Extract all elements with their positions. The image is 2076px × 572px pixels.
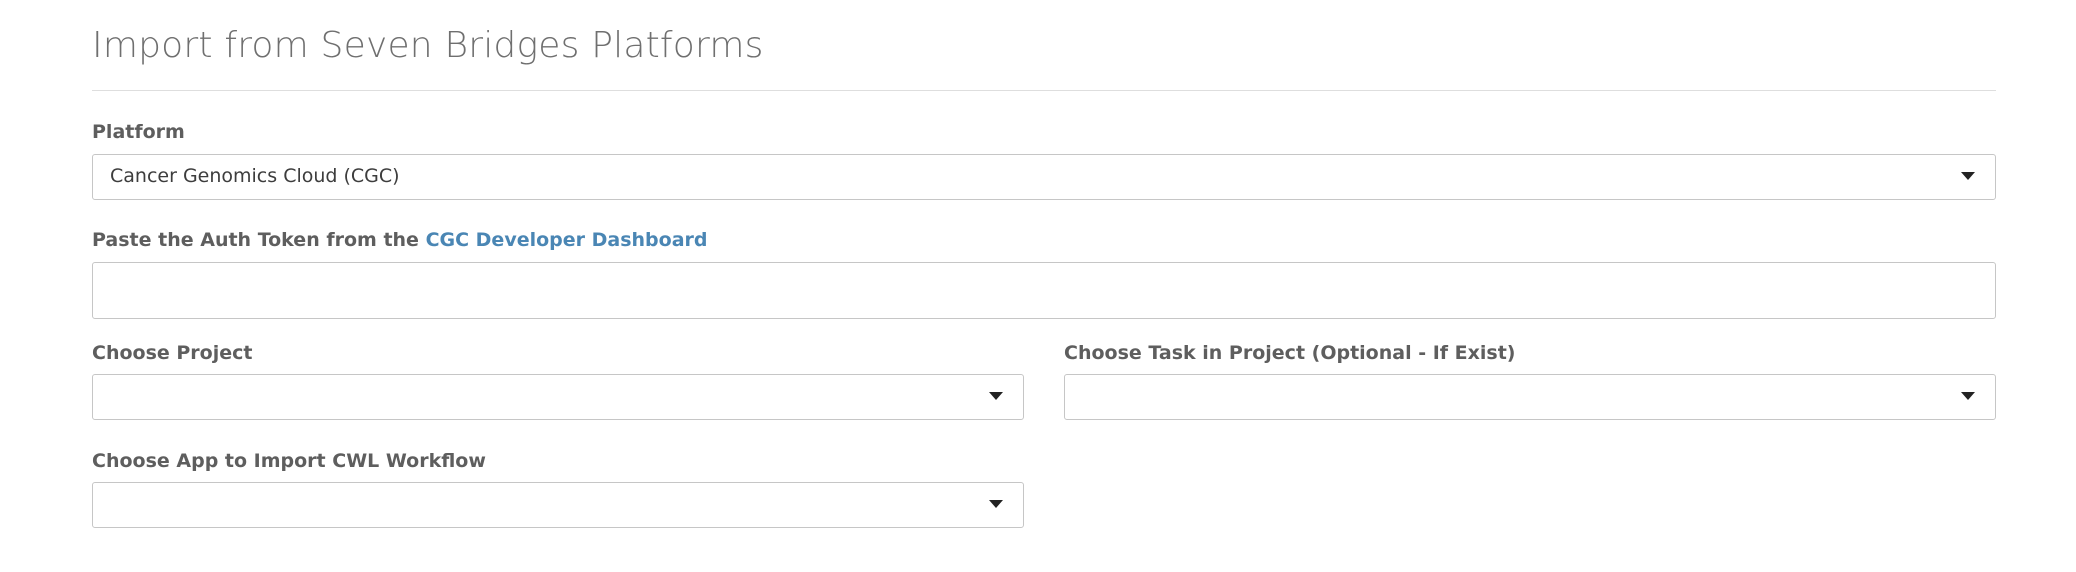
task-select[interactable] — [1064, 374, 1996, 420]
title-divider — [92, 90, 1996, 91]
import-panel: Import from Seven Bridges Platforms Plat… — [92, 0, 1996, 572]
cgc-developer-dashboard-link[interactable]: CGC Developer Dashboard — [426, 229, 708, 251]
caret-down-icon — [989, 500, 1003, 508]
project-label: Choose Project — [92, 342, 253, 364]
page-title: Import from Seven Bridges Platforms — [92, 25, 764, 66]
auth-token-label-text: Paste the Auth Token from the — [92, 229, 426, 251]
project-select[interactable] — [92, 374, 1024, 420]
caret-down-icon — [989, 392, 1003, 400]
task-label: Choose Task in Project (Optional - If Ex… — [1064, 342, 1516, 364]
platform-select-value: Cancer Genomics Cloud (CGC) — [110, 165, 400, 187]
caret-down-icon — [1961, 392, 1975, 400]
platform-select[interactable]: Cancer Genomics Cloud (CGC) — [92, 154, 1996, 200]
app-label: Choose App to Import CWL Workflow — [92, 450, 486, 472]
caret-down-icon — [1961, 172, 1975, 180]
platform-label: Platform — [92, 121, 185, 143]
auth-token-input[interactable] — [92, 262, 1996, 319]
auth-token-label: Paste the Auth Token from the CGC Develo… — [92, 228, 708, 252]
app-select[interactable] — [92, 482, 1024, 528]
